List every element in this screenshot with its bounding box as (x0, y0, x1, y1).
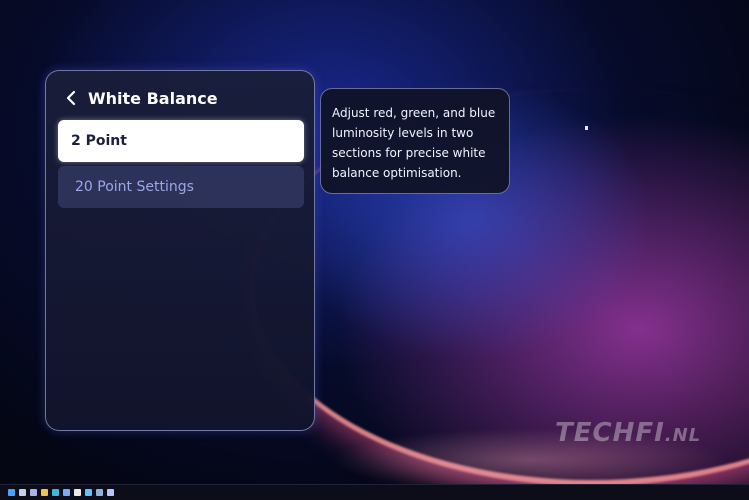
tooltip-line: Adjust red, green, and blue (332, 106, 496, 120)
task-view-icon[interactable] (30, 489, 37, 496)
menu-header: White Balance (46, 83, 314, 113)
start-icon[interactable] (8, 489, 15, 496)
watermark-main: TECHFI (555, 418, 665, 448)
steam-icon[interactable] (96, 489, 103, 496)
menu-item-label: 20 Point Settings (75, 179, 194, 195)
menu-item-20-point-settings[interactable]: 20 Point Settings (58, 166, 304, 208)
tooltip-line: luminosity levels in two (332, 126, 474, 140)
tooltip-line: balance optimisation. (332, 166, 462, 180)
back-button[interactable] (54, 83, 88, 113)
mouse-cursor-icon (585, 126, 588, 130)
file-explorer-icon[interactable] (41, 489, 48, 496)
osd-menu-panel: White Balance 2 Point 20 Point Settings (45, 70, 315, 431)
help-tooltip: Adjust red, green, and blue luminosity l… (320, 88, 510, 194)
desktop-wallpaper: White Balance 2 Point 20 Point Settings … (0, 0, 749, 500)
watermark-suffix: .NL (664, 425, 702, 446)
store-icon[interactable] (63, 489, 70, 496)
menu-item-2-point[interactable]: 2 Point (58, 120, 304, 162)
watermark: TECHFI.NL (555, 418, 701, 448)
chevron-left-icon (66, 90, 76, 106)
edge-icon[interactable] (52, 489, 59, 496)
menu-item-label: 2 Point (71, 133, 127, 149)
tooltip-line: sections for precise white (332, 146, 486, 160)
search-icon[interactable] (19, 489, 26, 496)
taskbar (0, 484, 749, 500)
menu-title: White Balance (88, 88, 218, 108)
chrome-icon[interactable] (74, 489, 81, 496)
app-icon[interactable] (85, 489, 92, 496)
settings-icon[interactable] (107, 489, 114, 496)
